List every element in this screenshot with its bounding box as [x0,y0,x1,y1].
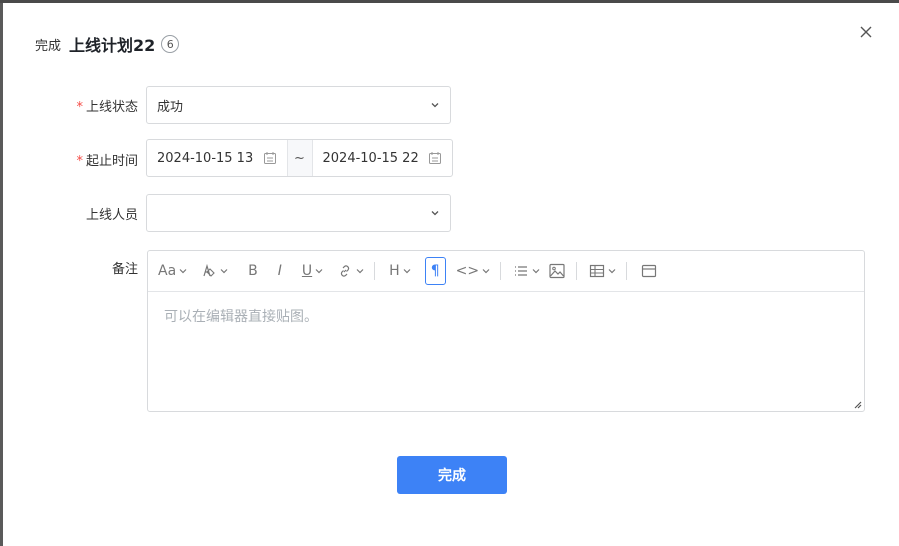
time-label: * 起止时间 [28,150,138,169]
count-badge: 6 [161,35,180,53]
people-label: 上线人员 [85,208,138,223]
chevron-down-icon [482,269,490,274]
chevron-down-icon [220,269,228,274]
italic-icon: I [277,263,282,279]
start-date-value: 2024-10-15 13 [157,150,254,166]
end-date-value: 2024-10-15 22 [322,150,419,166]
status-select[interactable]: 成功 [146,86,451,124]
chevron-down-icon [431,211,439,216]
paint-bucket-icon [203,263,215,277]
italic-button[interactable]: I [278,258,282,284]
notes-label: 备注 [111,262,138,277]
chevron-down-icon [431,103,439,108]
bold-button[interactable]: B [248,258,258,284]
chevron-down-icon [532,269,540,274]
time-label-text: 起止时间 [85,154,138,169]
table-button[interactable] [589,258,616,284]
underline-button[interactable]: U [302,258,323,284]
list-icon [515,266,528,276]
underline-icon: U [301,263,313,279]
toolbar-divider [576,262,578,280]
image-button[interactable] [548,258,566,284]
paragraph-button[interactable]: ¶ [424,257,446,285]
required-mark: * [76,100,83,115]
chevron-down-icon [179,269,187,274]
table-icon [589,264,605,278]
chevron-down-icon [356,269,364,274]
heading-icon: H [389,263,400,279]
layout-button[interactable] [641,258,657,284]
calendar-icon [429,152,441,164]
dialog-title: 上线计划22 [69,36,156,55]
toolbar-divider [374,262,376,280]
toolbar-divider [500,262,502,280]
status-label-text: 上线状态 [85,100,138,115]
date-range-picker: 2024-10-15 13 ~ 2024-10-15 22 [146,139,453,177]
heading-button[interactable]: H [389,258,411,284]
end-date-input[interactable]: 2024-10-15 22 [313,140,453,176]
status-value: 成功 [157,99,184,115]
code-icon: <> [455,263,480,279]
chevron-down-icon [315,269,323,274]
required-mark: * [76,154,83,169]
notes-editor[interactable]: Aa B I U H ¶ <> 可以在编辑器直接贴图。 [147,250,865,412]
people-select[interactable] [146,194,451,232]
font-size-icon: Aa [158,263,177,279]
code-button[interactable]: <> [456,258,490,284]
font-size-button[interactable]: Aa [158,258,187,284]
paragraph-icon: ¶ [430,263,440,279]
link-icon [341,265,350,277]
editor-placeholder: 可以在编辑器直接贴图。 [164,309,318,325]
image-icon [549,263,565,279]
status-label: * 上线状态 [28,96,138,115]
chevron-down-icon [608,269,616,274]
text-color-button[interactable] [201,258,228,284]
resize-handle-icon[interactable] [852,399,862,409]
toolbar-divider [626,262,628,280]
close-icon[interactable] [858,24,874,40]
date-separator: ~ [286,140,313,176]
submit-button[interactable]: 完成 [397,456,507,494]
start-date-input[interactable]: 2024-10-15 13 [147,140,287,176]
dialog-action-label: 完成 [35,38,62,54]
bold-icon: B [248,263,258,279]
dialog-header: 完成 上线计划22 6 [35,30,180,58]
list-button[interactable] [513,258,540,284]
chevron-down-icon [403,269,411,274]
panel-icon [641,264,657,278]
editor-toolbar: Aa B I U H ¶ <> [148,251,864,292]
calendar-icon [263,152,276,164]
link-button[interactable] [337,258,364,284]
